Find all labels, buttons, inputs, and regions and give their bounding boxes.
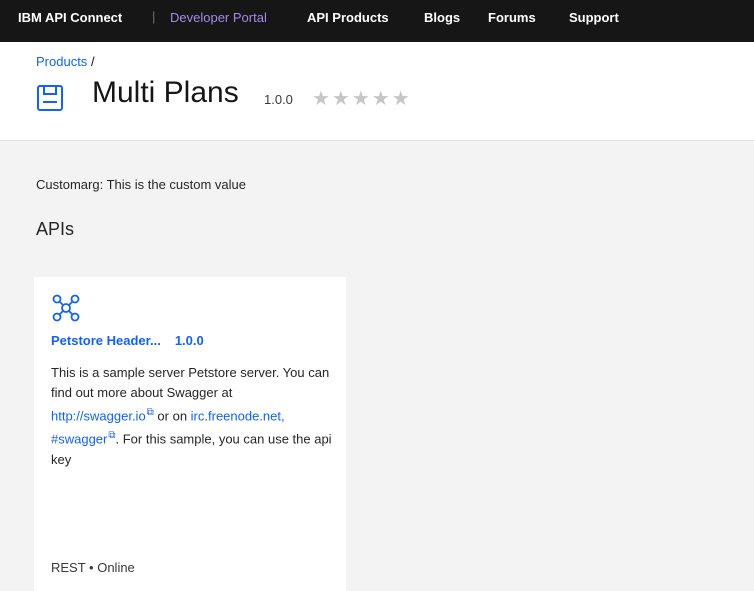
breadcrumb-products-link[interactable]: Products <box>36 54 87 69</box>
product-header: Products / Multi Plans 1.0.0 ★★★★★ <box>0 42 754 141</box>
custom-field-text: Customarg: This is the custom value <box>36 177 247 192</box>
brand-link[interactable]: IBM API Connect <box>18 10 122 25</box>
breadcrumb-separator: / <box>90 54 95 69</box>
apis-heading: APIs <box>36 219 75 239</box>
nav-separator: | <box>152 9 156 24</box>
api-card[interactable]: Petstore Header... 1.0.0 This is a sample… <box>34 277 346 591</box>
api-description: This is a sample server Petstore server.… <box>51 363 335 470</box>
nav-api-products[interactable]: API Products <box>307 10 389 25</box>
api-title-link[interactable]: Petstore Header... 1.0.0 <box>51 333 204 348</box>
page-title: Multi Plans <box>92 76 239 109</box>
external-link-icon: ⧉ <box>146 407 154 418</box>
breadcrumb: Products / <box>36 54 95 69</box>
api-title: Petstore Header... <box>51 333 161 348</box>
nav-forums[interactable]: Forums <box>488 10 536 25</box>
nav-support[interactable]: Support <box>569 10 619 25</box>
top-navigation: IBM API Connect | Developer Portal API P… <box>0 0 754 42</box>
external-link-icon: ⧉ <box>108 430 116 442</box>
nav-blogs[interactable]: Blogs <box>424 10 460 25</box>
api-status: REST • Online <box>51 560 135 575</box>
desc-text-1: This is a sample server Petstore server.… <box>51 365 330 400</box>
developer-portal-link[interactable]: Developer Portal <box>170 10 267 25</box>
rating-stars[interactable]: ★★★★★ <box>312 86 412 111</box>
api-version: 1.0.0 <box>174 333 204 348</box>
product-icon <box>37 85 63 111</box>
swagger-link[interactable]: http://swagger.io <box>51 408 146 423</box>
desc-text-2: or on <box>153 408 191 424</box>
product-version: 1.0.0 <box>264 92 293 107</box>
api-network-icon <box>52 294 80 322</box>
